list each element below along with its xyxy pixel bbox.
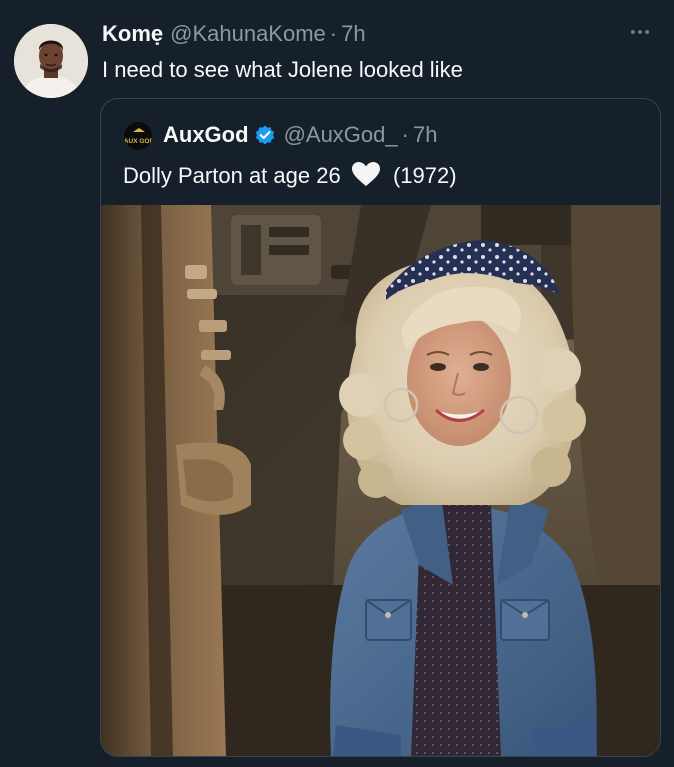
more-options-icon[interactable] <box>626 18 654 46</box>
quoted-author-name[interactable]: AuxGod <box>163 121 249 149</box>
quoted-timestamp[interactable]: 7h <box>413 121 437 149</box>
author-handle[interactable]: @KahunaKome <box>170 20 326 48</box>
quoted-text-main: Dolly Parton at age 26 <box>123 163 341 188</box>
author-name[interactable]: Komẹ <box>102 20 163 48</box>
white-heart-icon <box>351 161 381 195</box>
aux-god-logo-text: AUX GOD <box>124 138 153 145</box>
user-avatar[interactable] <box>14 24 88 98</box>
quoted-author-avatar[interactable]: AUX GOD <box>123 121 153 151</box>
separator: · <box>329 21 338 46</box>
tweet-header: Komẹ @KahunaKome · 7h <box>102 20 366 48</box>
quoted-tweet-photo[interactable] <box>101 205 660 756</box>
quoted-author-handle[interactable]: @AuxGod_ <box>284 121 398 149</box>
tweet[interactable]: Komẹ @KahunaKome · 7h I need to see what… <box>0 0 674 767</box>
quoted-separator: · <box>401 122 409 147</box>
verified-badge-icon <box>254 124 276 146</box>
quoted-text-year: (1972) <box>392 163 457 188</box>
tweet-text: I need to see what Jolene looked like <box>102 57 463 82</box>
quoted-tweet-header: AuxGod @AuxGod_ · 7h <box>163 121 437 149</box>
quoted-tweet[interactable]: AUX GOD AuxGod @AuxGod_ · 7h Dolly Parto… <box>100 98 661 757</box>
quoted-tweet-text: Dolly Parton at age 26 (1972) <box>123 161 457 195</box>
timestamp[interactable]: 7h <box>341 20 365 48</box>
